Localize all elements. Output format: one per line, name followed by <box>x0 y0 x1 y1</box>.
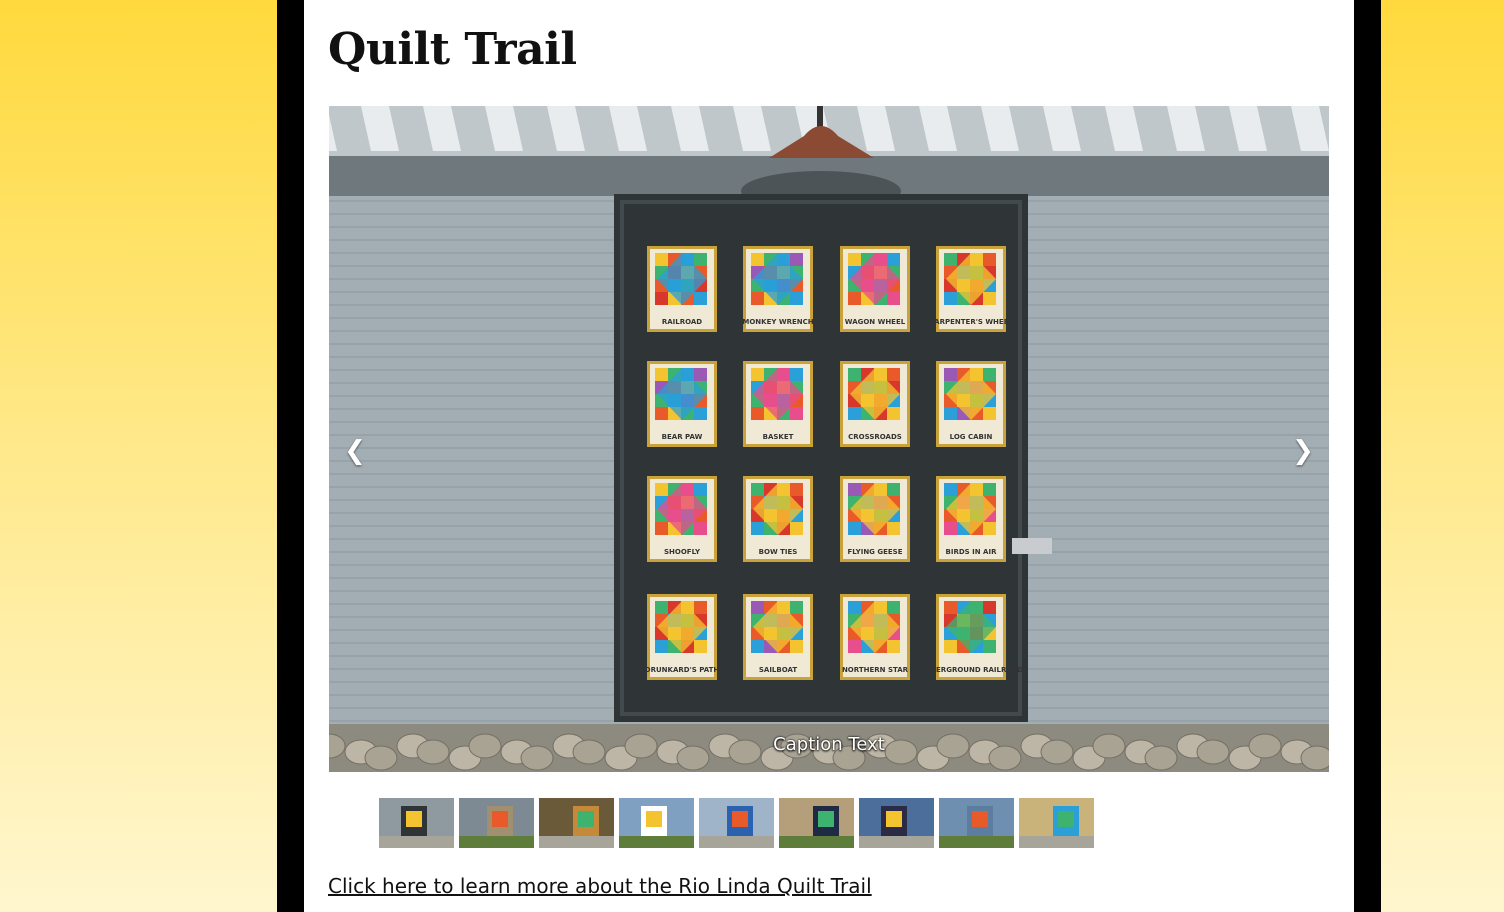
quilt-block: BOW TIES <box>743 476 813 562</box>
slideshow-image: RAILROAD MONKEY WRENCH WAGON WHEEL CARPENTE… <box>329 106 1329 772</box>
quilt-block: RAILROAD <box>647 246 717 332</box>
thumbnail-image <box>459 798 534 848</box>
page-title: Quilt Trail <box>328 24 577 75</box>
thumbnail[interactable] <box>379 798 454 848</box>
thumbnail-image <box>779 798 854 848</box>
thumbnail[interactable] <box>779 798 854 848</box>
quilt-block: CARPENTER'S WHEEL <box>929 246 1013 332</box>
thumbnail-image <box>859 798 934 848</box>
learn-more-link[interactable]: Click here to learn more about the Rio L… <box>328 874 872 898</box>
quilt-block-label: CROSSROADS <box>848 433 902 441</box>
quilt-block: BEAR PAW <box>647 361 717 447</box>
quilt-block: BIRDS IN AIR <box>936 476 1006 562</box>
quilt-block-label: WAGON WHEEL <box>845 318 906 326</box>
thumbnail[interactable] <box>859 798 934 848</box>
thumbnail-strip <box>379 798 1094 848</box>
thumbnail[interactable] <box>459 798 534 848</box>
quilt-block-label: NORTHERN STAR <box>842 666 909 674</box>
thumbnail[interactable] <box>699 798 774 848</box>
quilt-block: LOG CABIN <box>936 361 1006 447</box>
quilt-block-label: FLYING GEESE <box>848 548 903 556</box>
quilt-block: SAILBOAT <box>743 594 813 680</box>
quilt-block: MONKEY WRENCH <box>742 246 814 332</box>
slide-caption: Caption Text <box>773 734 885 755</box>
thumbnail[interactable] <box>939 798 1014 848</box>
thumbnail-image <box>539 798 614 848</box>
quilt-block-label: UNDERGROUND RAILROAD <box>919 666 1024 674</box>
next-slide-button[interactable]: ❯ <box>1283 427 1323 475</box>
thumbnail-image <box>619 798 694 848</box>
quilt-block: CROSSROADS <box>840 361 910 447</box>
quilt-block-label: MONKEY WRENCH <box>742 318 813 326</box>
prev-slide-button[interactable]: ❮ <box>335 427 375 475</box>
quilt-block-label: CARPENTER'S WHEEL <box>929 318 1013 326</box>
quilt-block-label: BEAR PAW <box>662 433 703 441</box>
quilt-block-label: RAILROAD <box>662 318 702 326</box>
quilt-block: FLYING GEESE <box>840 476 910 562</box>
quilt-block-label: SHOOFLY <box>664 548 701 556</box>
quilt-block: SHOOFLY <box>647 476 717 562</box>
barn-quilt-photo: RAILROAD MONKEY WRENCH WAGON WHEEL CARPENTE… <box>329 106 1329 772</box>
thumbnail[interactable] <box>1019 798 1094 848</box>
quilt-block-label: LOG CABIN <box>950 433 993 441</box>
thumbnail-image <box>939 798 1014 848</box>
quilt-block: BASKET <box>743 361 813 447</box>
quilt-block-label: SAILBOAT <box>759 666 797 674</box>
thumbnail[interactable] <box>539 798 614 848</box>
thumbnail-image <box>379 798 454 848</box>
quilt-block-label: BIRDS IN AIR <box>946 548 998 556</box>
quilt-block-label: DRUNKARD'S PATH <box>645 666 720 674</box>
thumbnail-image <box>699 798 774 848</box>
quilt-block: NORTHERN STAR <box>840 594 910 680</box>
thumbnail-image <box>1019 798 1094 848</box>
quilt-block-label: BOW TIES <box>759 548 798 556</box>
quilt-block: DRUNKARD'S PATH <box>645 594 720 680</box>
quilt-block-label: BASKET <box>763 433 794 441</box>
quilt-block: WAGON WHEEL <box>840 246 910 332</box>
thumbnail[interactable] <box>619 798 694 848</box>
